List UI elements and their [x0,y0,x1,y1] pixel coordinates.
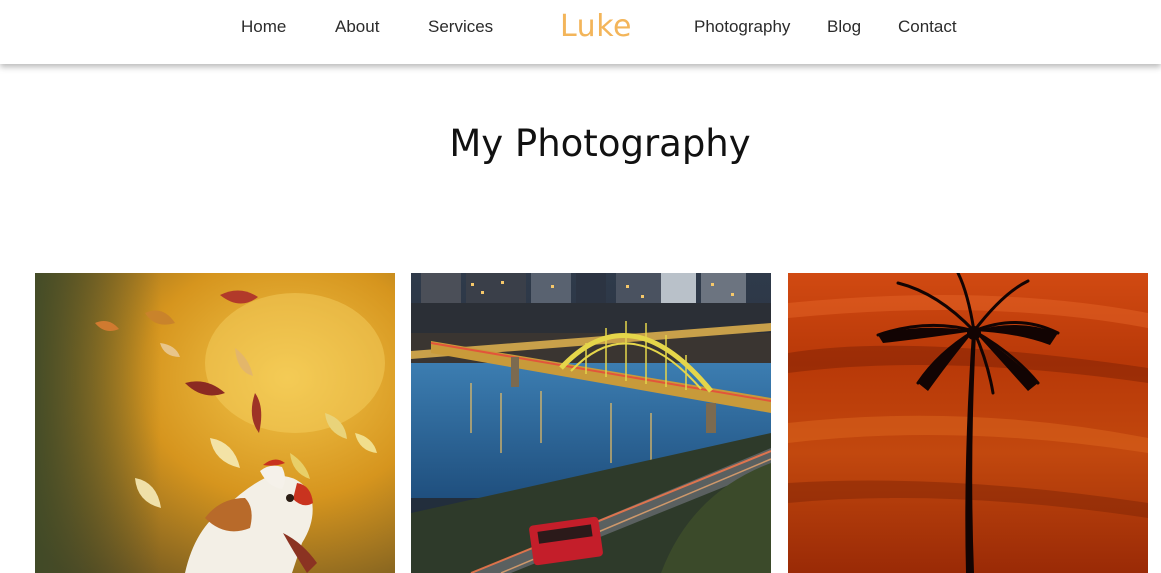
top-navbar: Home About Services Luke Photography Blo… [0,0,1161,64]
autumn-dog-image [35,273,395,573]
gallery-photo-autumn-dog[interactable] [35,273,395,573]
city-bridge-image [411,273,771,573]
page-title: My Photography [449,122,751,165]
nav-services-link[interactable]: Services [428,17,493,37]
nav-photography-link[interactable]: Photography [694,17,790,37]
nav-home-link[interactable]: Home [241,17,286,37]
nav-contact-link[interactable]: Contact [898,17,957,37]
palm-sunset-image [788,273,1148,573]
gallery-photo-city-bridge[interactable] [411,273,771,573]
gallery-photo-palm-sunset[interactable] [788,273,1148,573]
nav-blog-link[interactable]: Blog [827,17,861,37]
brand-logo[interactable]: Luke [560,9,632,45]
nav-about-link[interactable]: About [335,17,379,37]
